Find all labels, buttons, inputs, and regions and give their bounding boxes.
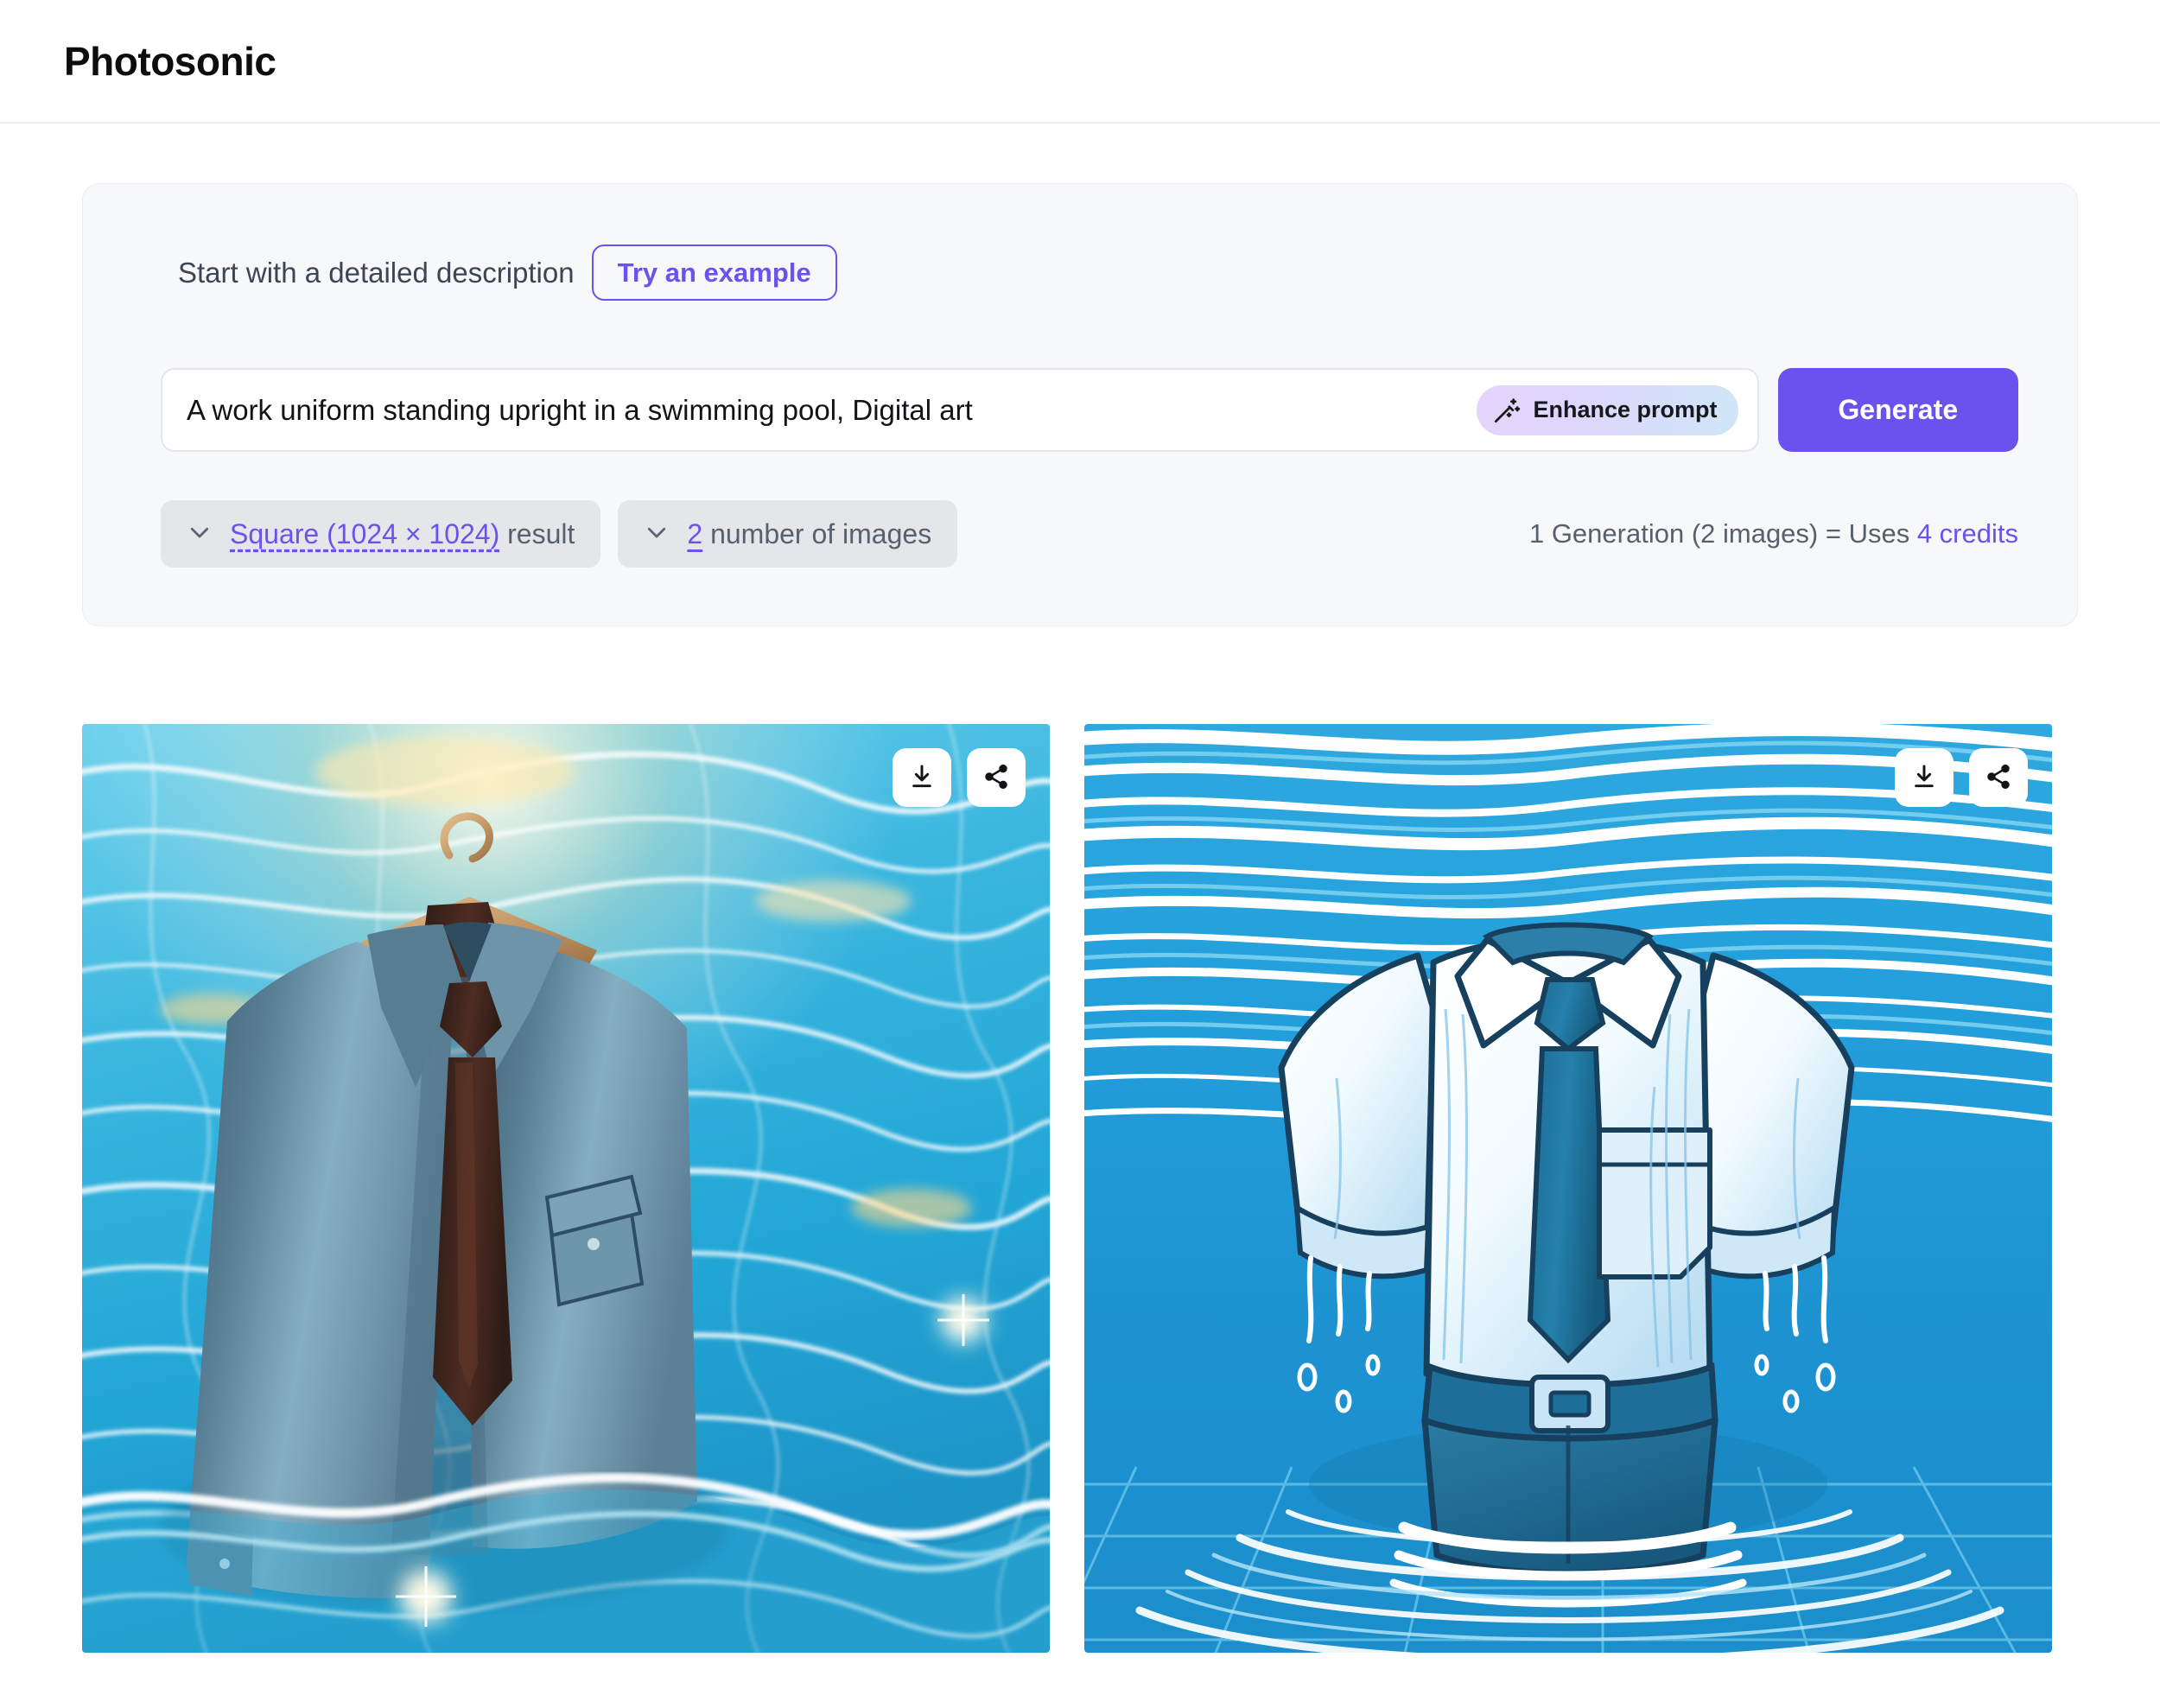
try-an-example-button[interactable]: Try an example [591,244,837,301]
result-2-artwork [1084,724,2052,1653]
share-icon [982,763,1010,793]
download-icon [908,763,936,793]
prompt-input-row: Enhance prompt Generate [161,368,2018,452]
app-header: Photosonic [0,0,2160,124]
magic-wand-icon [1492,396,1522,425]
credits-note: 1 Generation (2 images) = Uses 4 credits [1529,518,2018,549]
aspect-ratio-value: Square (1024 × 1024) [230,517,500,549]
download-button[interactable] [893,748,951,807]
results-grid [82,724,2078,1653]
image-count-dropdown[interactable]: 2 number of images [618,500,958,568]
image-count-suffix: number of images [702,517,932,549]
prompt-input[interactable] [162,370,1441,450]
download-button[interactable] [1895,748,1954,807]
generation-options-row: Square (1024 × 1024) result 2 number of … [161,495,2018,573]
prompt-header-row: Start with a detailed description Try an… [178,244,837,301]
image-count-text: 2 number of images [687,518,931,550]
start-description-label: Start with a detailed description [178,256,575,289]
prompt-panel: Start with a detailed description Try an… [82,183,2078,626]
generate-button[interactable]: Generate [1777,368,2018,452]
enhance-prompt-button[interactable]: Enhance prompt [1476,384,1738,435]
aspect-ratio-text: Square (1024 × 1024) result [230,518,575,550]
result-1-artwork [82,724,1050,1653]
chevron-down-icon [187,519,213,549]
chevron-down-icon [644,519,670,549]
enhance-prompt-label: Enhance prompt [1533,397,1718,422]
download-icon [1910,763,1938,793]
prompt-input-container[interactable]: Enhance prompt [161,368,1759,452]
share-button[interactable] [1969,748,2028,807]
share-button[interactable] [967,748,1026,807]
result-2-actions [1895,748,2028,807]
result-image-1[interactable] [82,724,1050,1653]
credits-prefix: 1 Generation (2 images) = Uses [1528,518,1917,549]
page-title: Photosonic [64,38,276,84]
result-image-2[interactable] [1084,724,2052,1653]
image-count-value: 2 [687,517,703,549]
share-icon [1985,763,2012,793]
credits-amount: 4 credits [1916,518,2018,549]
result-1-actions [893,748,1026,807]
aspect-ratio-dropdown[interactable]: Square (1024 × 1024) result [161,500,601,568]
aspect-ratio-suffix: result [499,517,575,549]
